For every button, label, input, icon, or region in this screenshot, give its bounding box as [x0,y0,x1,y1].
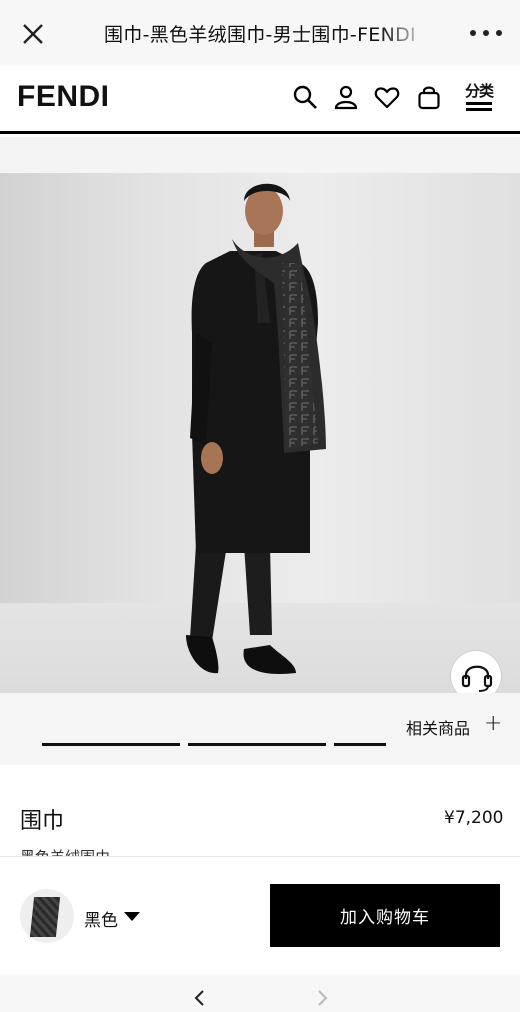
color-selector-label[interactable]: 黑色 [84,906,118,931]
wishlist-heart-icon[interactable] [374,84,400,110]
related-products-bar: 相关商品 + [0,693,520,765]
close-icon[interactable] [20,21,46,47]
back-arrow-icon[interactable] [192,990,208,1006]
app-title-bar: 围巾-黑色羊绒围巾-男士围巾-FENDI [0,0,520,66]
product-price: ¥7,200 [444,808,504,828]
product-name: 围巾 [20,809,65,834]
category-menu-label: 分类 [465,82,494,100]
spacer-band [0,137,520,173]
color-swatch[interactable] [20,889,74,943]
gallery-indicator-1[interactable] [42,743,180,746]
product-image[interactable] [0,173,520,693]
purchase-bar: 黑色 加入购物车 [0,856,520,974]
account-icon[interactable] [333,84,359,110]
more-options-icon[interactable] [470,30,502,38]
product-subtitle: 黑色羊绒围巾 [20,846,110,856]
fendi-logo[interactable]: FENDI [17,80,110,114]
forward-arrow-icon[interactable] [314,990,330,1006]
shopping-bag-icon[interactable] [416,84,442,110]
chevron-down-icon[interactable] [124,912,140,921]
related-expand-icon[interactable]: + [484,711,502,736]
category-menu-button[interactable]: 分类 [464,82,494,112]
gallery-indicator-2[interactable] [188,743,326,746]
browser-nav-bar [0,974,520,1012]
window-title: 围巾-黑色羊绒围巾-男士围巾-FENDI [104,24,416,46]
model-illustration [186,183,326,674]
add-to-cart-button[interactable]: 加入购物车 [270,884,500,947]
site-header: FENDI 分类 [0,66,520,134]
related-products-link[interactable]: 相关商品 [406,715,470,739]
gallery-indicator-3[interactable] [334,743,386,746]
search-icon[interactable] [292,84,318,110]
